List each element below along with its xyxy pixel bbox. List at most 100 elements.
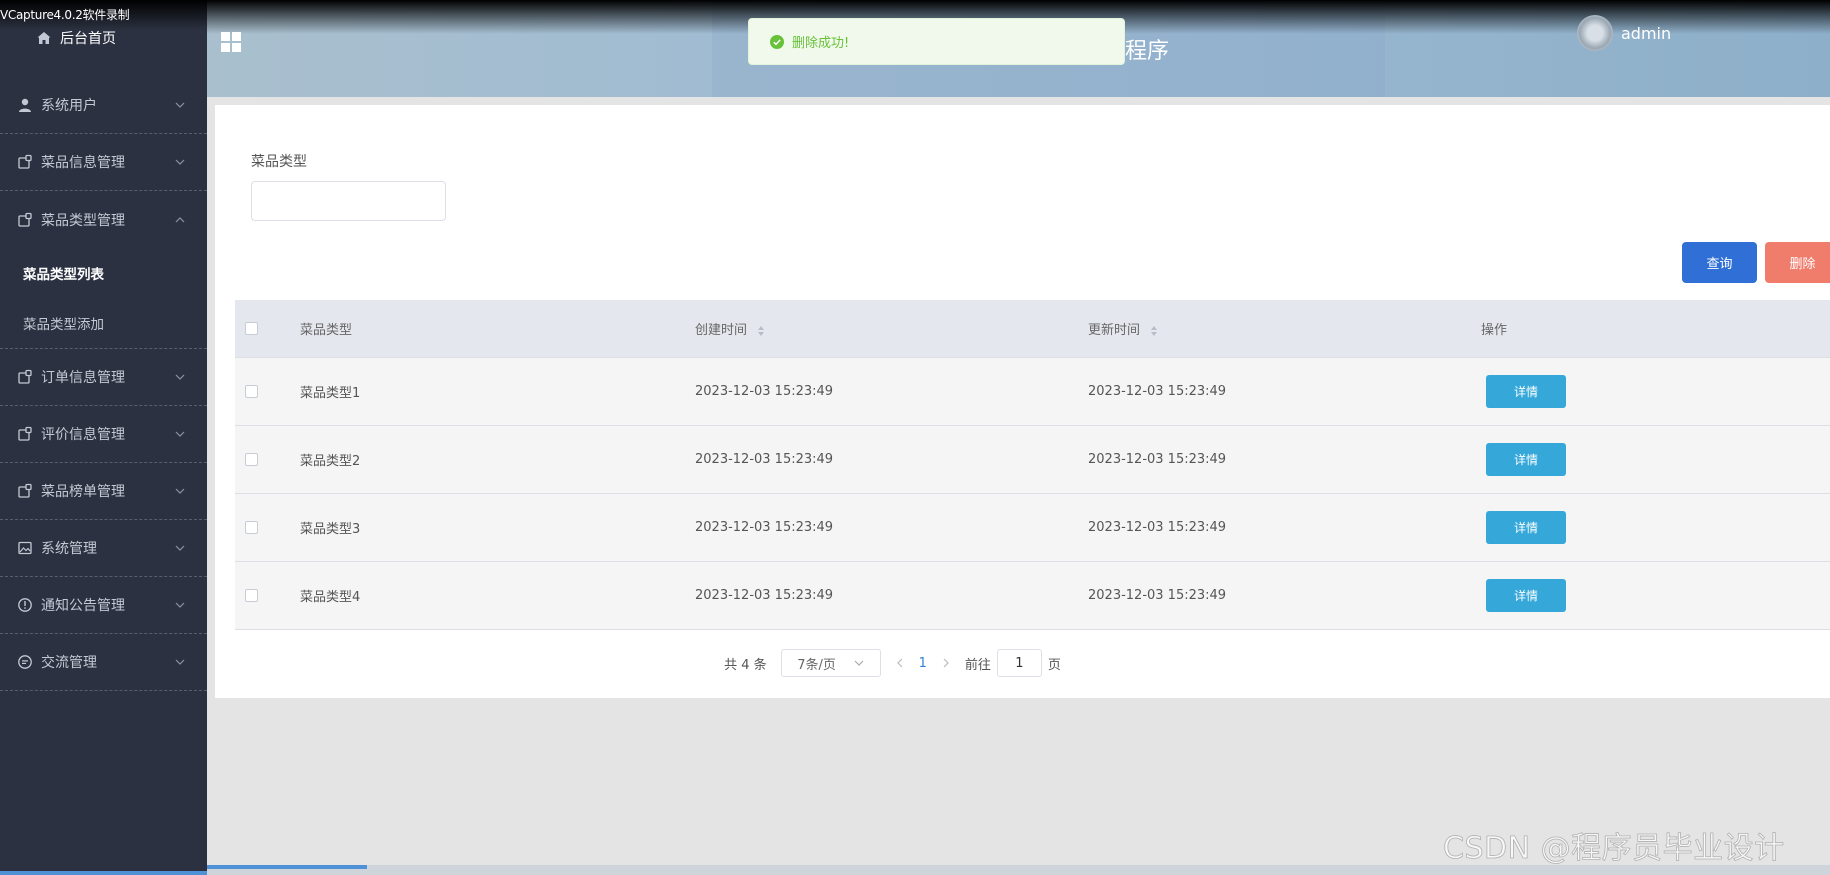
home-icon (37, 32, 51, 44)
prev-page-icon[interactable] (895, 658, 905, 668)
user-icon (17, 97, 33, 113)
row-updated: 2023-12-03 15:23:49 (1088, 384, 1227, 399)
chevron-down-icon (175, 102, 185, 108)
sidebar-item-label: 菜品信息管理 (41, 155, 125, 171)
content-card: 菜品类型 查询 删除 菜品类型 创建时间 更新时间 操作 菜品类型1 2023-… (215, 105, 1830, 698)
sidebar-item-label: 评价信息管理 (41, 427, 125, 443)
sidebar-item-system-management[interactable]: 系统管理 (0, 520, 207, 577)
row-checkbox-cell (235, 521, 300, 534)
chevron-down-icon (175, 431, 185, 437)
sidebar-item-label: 菜品榜单管理 (41, 484, 125, 500)
grid-menu-icon[interactable] (220, 31, 242, 53)
row-checkbox[interactable] (245, 385, 258, 398)
header-type: 菜品类型 (300, 323, 353, 338)
chevron-up-icon (175, 216, 185, 222)
sidebar-bottom-progress (0, 871, 207, 875)
sidebar-item-order-info[interactable]: 订单信息管理 (0, 349, 207, 406)
page-number-current[interactable]: 1 (919, 656, 927, 671)
row-checkbox-cell (235, 453, 300, 466)
sidebar-subitem-dish-type-add[interactable]: 菜品类型添加 (0, 298, 207, 348)
chevron-down-icon (175, 545, 185, 551)
dish-type-search-input[interactable] (251, 181, 446, 221)
sidebar-item-dish-info[interactable]: 菜品信息管理 (0, 134, 207, 191)
sort-icon[interactable] (1150, 325, 1158, 337)
pagination: 共 4 条 7条/页 1 前往 1 页 (215, 648, 1830, 678)
row-type: 菜品类型1 (300, 386, 361, 401)
row-operation: 详情 (1481, 443, 1830, 476)
info-icon (17, 597, 33, 613)
select-all-checkbox[interactable] (245, 322, 258, 335)
sidebar-subitem-dish-type-list[interactable]: 菜品类型列表 (0, 248, 207, 298)
row-type: 菜品类型4 (300, 590, 361, 605)
image-icon (17, 540, 33, 556)
sidebar-item-label: 系统管理 (41, 541, 97, 557)
row-checkbox[interactable] (245, 453, 258, 466)
chevron-down-icon (175, 602, 185, 608)
goto-page: 前往 1 页 (965, 649, 1061, 677)
sidebar-item-review-info[interactable]: 评价信息管理 (0, 406, 207, 463)
sidebar: 后台首页 系统用户 菜品信息管理 菜品类型管理 菜品类型列表 菜品类型添加 订单… (0, 0, 207, 875)
sidebar-item-label: 订单信息管理 (41, 370, 125, 386)
sort-icon[interactable] (757, 325, 765, 337)
detail-button[interactable]: 详情 (1486, 443, 1566, 476)
header-updated: 更新时间 (1088, 323, 1141, 338)
next-page-icon[interactable] (941, 658, 951, 668)
pagination-total: 共 4 条 (724, 657, 767, 673)
header-operation: 操作 (1481, 323, 1508, 338)
recorder-label: VCapture4.0.2软件录制 (0, 8, 130, 22)
sidebar-item-label: 通知公告管理 (41, 598, 125, 614)
row-operation: 详情 (1481, 579, 1830, 612)
document-icon (17, 369, 33, 385)
header-created: 创建时间 (695, 323, 748, 338)
row-operation: 详情 (1481, 375, 1830, 408)
sidebar-home-label: 后台首页 (60, 31, 116, 47)
row-created: 2023-12-03 15:23:49 (695, 588, 834, 603)
detail-button[interactable]: 详情 (1486, 375, 1566, 408)
sidebar-item-label: 菜品类型管理 (41, 212, 125, 229)
sidebar-item-notice-management[interactable]: 通知公告管理 (0, 577, 207, 634)
row-checkbox[interactable] (245, 589, 258, 602)
document-icon (17, 154, 33, 170)
row-created: 2023-12-03 15:23:49 (695, 384, 834, 399)
sidebar-item-communication[interactable]: 交流管理 (0, 634, 207, 691)
sidebar-item-dish-type[interactable]: 菜品类型管理 (0, 191, 207, 248)
detail-button[interactable]: 详情 (1486, 511, 1566, 544)
table-row: 菜品类型4 2023-12-03 15:23:49 2023-12-03 15:… (235, 562, 1830, 630)
query-button[interactable]: 查询 (1682, 242, 1757, 283)
table-row: 菜品类型2 2023-12-03 15:23:49 2023-12-03 15:… (235, 426, 1830, 494)
chevron-down-icon (175, 374, 185, 380)
page-size-value: 7条/页 (797, 657, 836, 673)
header-created-sortable[interactable]: 创建时间 (695, 319, 1088, 338)
user-menu[interactable]: admin (1577, 15, 1671, 51)
sidebar-menu: 系统用户 菜品信息管理 菜品类型管理 菜品类型列表 菜品类型添加 订单信息管理 … (0, 77, 207, 691)
delete-button[interactable]: 删除 (1765, 242, 1830, 283)
chat-icon (17, 654, 33, 670)
table-row: 菜品类型3 2023-12-03 15:23:49 2023-12-03 15:… (235, 494, 1830, 562)
row-created: 2023-12-03 15:23:49 (695, 452, 834, 467)
success-toast: 删除成功! (748, 18, 1125, 65)
sidebar-submenu-dish-type: 菜品类型列表 菜品类型添加 (0, 248, 207, 349)
goto-page-input[interactable]: 1 (996, 649, 1042, 677)
bottom-progress-bar (207, 865, 367, 869)
document-icon (17, 483, 33, 499)
page-size-select[interactable]: 7条/页 (780, 649, 881, 677)
row-updated: 2023-12-03 15:23:49 (1088, 452, 1227, 467)
sidebar-item-dish-ranking[interactable]: 菜品榜单管理 (0, 463, 207, 520)
row-checkbox[interactable] (245, 521, 258, 534)
row-created: 2023-12-03 15:23:49 (695, 520, 834, 535)
toast-message: 删除成功! (792, 36, 850, 51)
goto-prefix: 前往 (964, 657, 991, 673)
username: admin (1621, 23, 1672, 43)
sidebar-item-label: 系统用户 (41, 98, 97, 114)
document-icon (17, 212, 33, 228)
sidebar-item-system-users[interactable]: 系统用户 (0, 77, 207, 134)
sidebar-home-link[interactable]: 后台首页 (36, 28, 116, 48)
document-icon (17, 426, 33, 442)
chevron-down-icon (175, 659, 185, 665)
row-updated: 2023-12-03 15:23:49 (1088, 520, 1227, 535)
detail-button[interactable]: 详情 (1486, 579, 1566, 612)
dish-type-table: 菜品类型 创建时间 更新时间 操作 菜品类型1 2023-12-03 15:23… (235, 300, 1830, 630)
header-updated-sortable[interactable]: 更新时间 (1088, 319, 1481, 338)
chevron-down-icon (175, 488, 185, 494)
chevron-down-icon (175, 159, 185, 165)
